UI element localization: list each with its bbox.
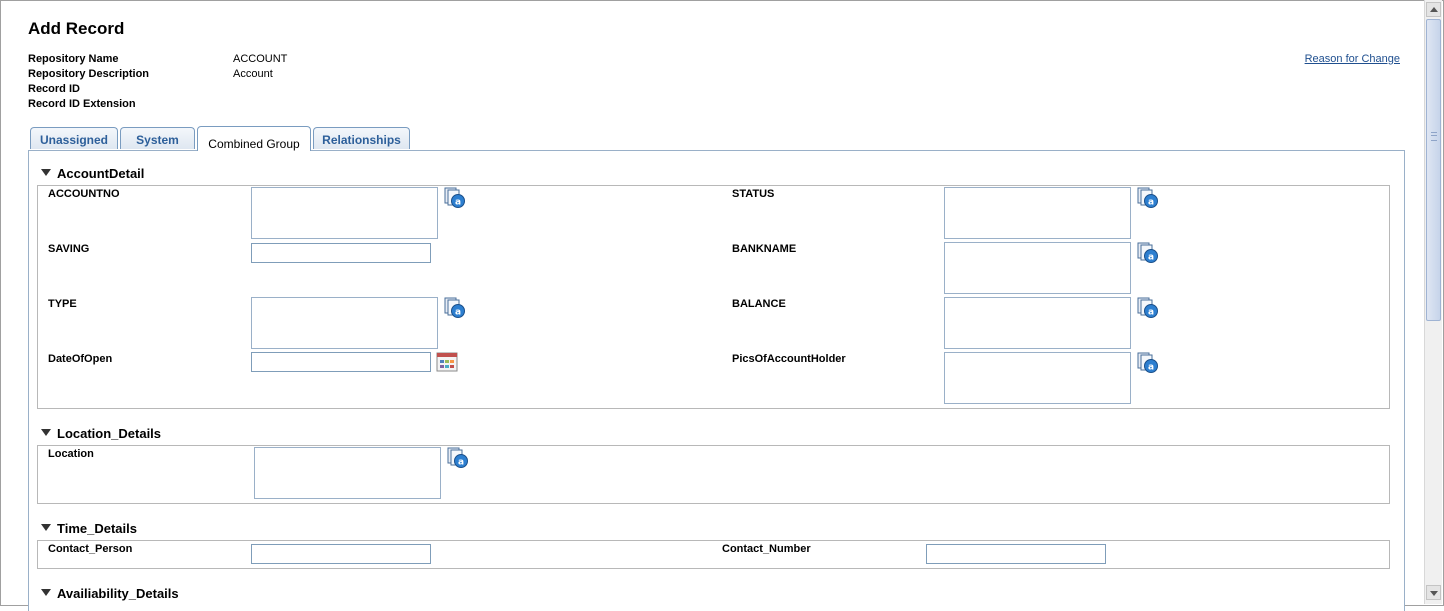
section-title-accountdetail: AccountDetail: [57, 166, 145, 181]
bankname-textarea[interactable]: [944, 242, 1131, 294]
time-details-section: [37, 540, 1390, 569]
calendar-icon[interactable]: [436, 352, 458, 372]
accountdetail-section: [37, 185, 1390, 409]
record-id-extension-label: Record ID Extension: [28, 98, 136, 110]
reason-for-change-link[interactable]: Reason for Change: [1305, 53, 1400, 65]
type-label: TYPE: [48, 298, 77, 310]
location-textarea[interactable]: [254, 447, 441, 499]
scroll-down-arrow-icon[interactable]: [1426, 585, 1441, 600]
rich-text-editor-icon[interactable]: [1137, 297, 1159, 319]
scrollbar-thumb[interactable]: [1426, 19, 1441, 321]
repository-description-value: Account: [233, 68, 273, 80]
location-details-section: [37, 445, 1390, 504]
record-id-label: Record ID: [28, 83, 80, 95]
contact-person-input[interactable]: [251, 544, 431, 564]
section-title-availiability-details: Availiability_Details: [57, 586, 179, 601]
scrollbar-grip-icon: [1431, 132, 1437, 141]
scroll-up-arrow-icon[interactable]: [1426, 2, 1441, 17]
picsofaccountholder-label: PicsOfAccountHolder: [732, 353, 846, 365]
accountno-label: ACCOUNTNO: [48, 188, 120, 200]
location-label: Location: [48, 448, 94, 460]
saving-label: SAVING: [48, 243, 90, 255]
collapse-arrow-icon[interactable]: [41, 524, 51, 531]
collapse-arrow-icon[interactable]: [41, 429, 51, 436]
vertical-scrollbar[interactable]: [1424, 0, 1442, 604]
type-textarea[interactable]: [251, 297, 438, 349]
dateofopen-label: DateOfOpen: [48, 353, 113, 365]
picsofaccountholder-textarea[interactable]: [944, 352, 1131, 404]
rich-text-editor-icon[interactable]: [1137, 242, 1159, 264]
tab-relationships[interactable]: Relationships: [313, 127, 410, 149]
dateofopen-input[interactable]: [251, 352, 431, 372]
rich-text-editor-icon[interactable]: [447, 447, 469, 469]
rich-text-editor-icon[interactable]: [1137, 187, 1159, 209]
balance-textarea[interactable]: [944, 297, 1131, 349]
contact-person-label: Contact_Person: [48, 543, 133, 555]
rich-text-editor-icon[interactable]: [444, 187, 466, 209]
collapse-arrow-icon[interactable]: [41, 169, 51, 176]
rich-text-editor-icon[interactable]: [1137, 352, 1159, 374]
status-textarea[interactable]: [944, 187, 1131, 239]
accountno-textarea[interactable]: [251, 187, 438, 239]
tab-system[interactable]: System: [120, 127, 195, 149]
repository-name-label: Repository Name: [28, 53, 119, 65]
repository-description-label: Repository Description: [28, 68, 150, 80]
rich-text-editor-icon[interactable]: [444, 297, 466, 319]
bankname-label: BANKNAME: [732, 243, 797, 255]
contact-number-label: Contact_Number: [722, 543, 811, 555]
contact-number-input[interactable]: [926, 544, 1106, 564]
tab-unassigned[interactable]: Unassigned: [30, 127, 118, 149]
saving-input[interactable]: [251, 243, 431, 263]
status-label: STATUS: [732, 188, 775, 200]
tab-combined-group[interactable]: Combined Group: [197, 126, 311, 151]
balance-label: BALANCE: [732, 298, 786, 310]
repository-name-value: ACCOUNT: [233, 53, 288, 65]
collapse-arrow-icon[interactable]: [41, 589, 51, 596]
section-title-location-details: Location_Details: [57, 426, 162, 441]
page-title: Add Record: [28, 19, 125, 38]
section-title-time-details: Time_Details: [57, 521, 137, 536]
